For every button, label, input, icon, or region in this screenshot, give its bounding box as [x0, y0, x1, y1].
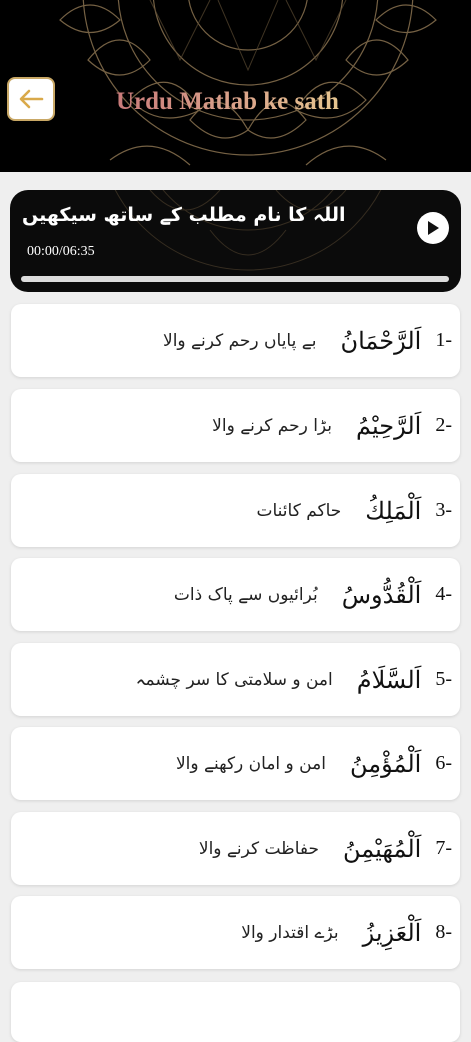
arabic-name: اَلسَّلَامُ	[356, 665, 422, 694]
name-row-content: 8- اَلْعَزِيزُ بڑے اقتدار والا	[241, 919, 460, 947]
mandala-decoration	[59, 0, 437, 166]
name-row-content: 6- اَلْمُؤْمِنُ امن و امان رکھنے والا	[176, 750, 460, 778]
urdu-meaning: امن و سلامتی کا سر چشمہ	[135, 670, 333, 690]
player-title: اللہ کا نام مطلب کے ساتھ سیکھیں	[22, 204, 346, 226]
name-row-content: 1- اَلرَّحْمَانُ بے پایاں رحم کرنے والا	[163, 327, 460, 355]
name-list-item[interactable]: 5- اَلسَّلَامُ امن و سلامتی کا سر چشمہ	[11, 643, 460, 716]
arabic-name: اَلْقُدُّوسُ	[341, 580, 422, 609]
name-row-content: 5- اَلسَّلَامُ امن و سلامتی کا سر چشمہ	[136, 666, 460, 694]
arabic-name: اَلرَّحْمَانُ	[340, 326, 422, 355]
arabic-name: اَلْمُؤْمِنُ	[349, 749, 422, 778]
urdu-meaning: امن و امان رکھنے والا	[175, 754, 326, 774]
name-number: 2-	[435, 414, 452, 436]
name-list-item[interactable]: 2- اَلرَّحِيْمُ بڑا رحم کرنے والا	[11, 389, 460, 462]
name-number: 5-	[435, 668, 452, 690]
player-time: 00:00/06:35	[27, 244, 95, 259]
app-header: Urdu Matlab ke sath	[0, 0, 471, 172]
name-list-item[interactable]: 3- اَلْمَلِكُ حاکم کائنات	[11, 474, 460, 547]
play-button[interactable]	[417, 212, 449, 244]
arabic-name: اَلْمَلِكُ	[365, 496, 422, 525]
name-row-content: 7- اَلْمُهَيْمِنُ حفاظت کرنے والا	[199, 835, 460, 863]
arabic-name: اَلرَّحِيْمُ	[356, 411, 422, 440]
arabic-name: اَلْعَزِيزُ	[362, 918, 422, 947]
urdu-meaning: بڑا رحم کرنے والا	[212, 416, 333, 436]
name-number: 3-	[435, 499, 452, 521]
audio-progress-bar[interactable]	[21, 276, 449, 282]
name-list-item[interactable]: 8- اَلْعَزِيزُ بڑے اقتدار والا	[11, 896, 460, 969]
name-number: 6-	[435, 752, 452, 774]
name-row-content: 2- اَلرَّحِيْمُ بڑا رحم کرنے والا	[212, 412, 460, 440]
back-button[interactable]	[7, 77, 55, 121]
list-item-partial[interactable]	[11, 982, 460, 1042]
name-number: 7-	[435, 837, 452, 859]
urdu-meaning: حفاظت کرنے والا	[198, 839, 320, 859]
name-row-content: 4- اَلْقُدُّوسُ بُرائیوں سے پاک ذات	[174, 581, 460, 609]
urdu-meaning: حاکم کائنات	[256, 500, 342, 521]
arabic-name: اَلْمُهَيْمِنُ	[343, 834, 422, 863]
urdu-meaning: بُرائیوں سے پاک ذات	[173, 585, 318, 605]
name-list-item[interactable]: 4- اَلْقُدُّوسُ بُرائیوں سے پاک ذات	[11, 558, 460, 631]
name-row-content: 3- اَلْمَلِكُ حاکم کائنات	[256, 497, 460, 525]
name-number: 8-	[435, 921, 452, 943]
name-list-item[interactable]: 6- اَلْمُؤْمِنُ امن و امان رکھنے والا	[11, 727, 460, 800]
name-list-item[interactable]: 7- اَلْمُهَيْمِنُ حفاظت کرنے والا	[11, 812, 460, 885]
play-icon	[428, 221, 439, 235]
name-number: 1-	[435, 329, 452, 351]
urdu-meaning: بڑے اقتدار والا	[241, 923, 339, 943]
name-number: 4-	[435, 583, 452, 605]
urdu-meaning: بے پایاں رحم کرنے والا	[163, 331, 317, 351]
arrow-left-icon	[19, 89, 44, 109]
page-title: Urdu Matlab ke sath	[116, 88, 339, 115]
name-list-item[interactable]: 1- اَلرَّحْمَانُ بے پایاں رحم کرنے والا	[11, 304, 460, 377]
